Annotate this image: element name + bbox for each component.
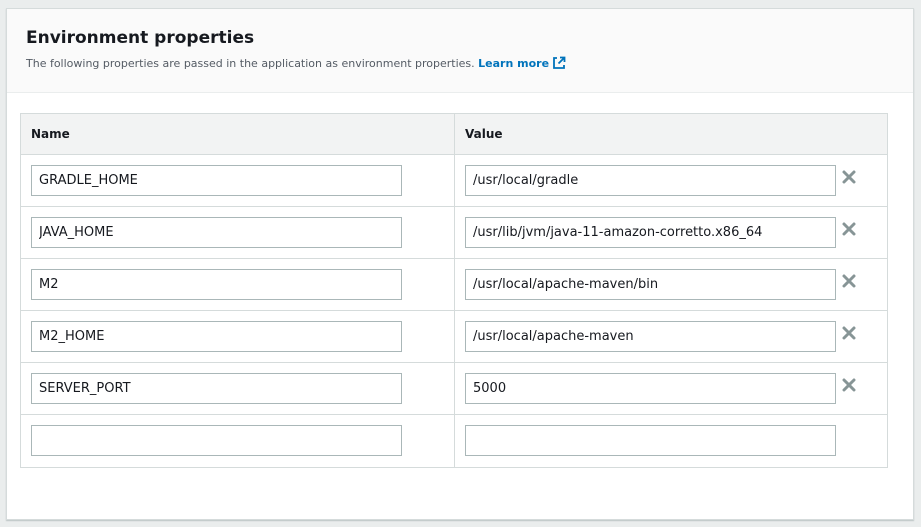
value-cell bbox=[455, 155, 887, 206]
close-icon bbox=[841, 378, 857, 396]
environment-properties-table: Name Value bbox=[20, 113, 888, 468]
property-value-input[interactable] bbox=[465, 321, 836, 352]
property-name-input[interactable] bbox=[31, 321, 402, 352]
section-title: Environment properties bbox=[26, 28, 255, 48]
table-row bbox=[21, 259, 887, 311]
remove-row-button[interactable] bbox=[841, 273, 857, 289]
table-row bbox=[21, 207, 887, 259]
description-text: The following properties are passed in t… bbox=[26, 57, 475, 70]
property-value-input[interactable] bbox=[465, 217, 836, 248]
property-name-input[interactable] bbox=[31, 165, 402, 196]
remove-row-button[interactable] bbox=[841, 325, 857, 341]
property-name-input[interactable] bbox=[31, 217, 402, 248]
name-cell bbox=[21, 155, 455, 206]
close-icon bbox=[841, 170, 857, 188]
remove-row-button[interactable] bbox=[841, 221, 857, 237]
value-cell bbox=[455, 311, 887, 362]
property-value-input[interactable] bbox=[465, 269, 836, 300]
table-header: Name Value bbox=[21, 114, 887, 155]
table-row bbox=[21, 311, 887, 363]
name-cell bbox=[21, 259, 455, 310]
property-name-input[interactable] bbox=[31, 269, 402, 300]
external-link-icon bbox=[552, 56, 566, 74]
name-cell bbox=[21, 415, 455, 467]
new-property-value-input[interactable] bbox=[465, 425, 836, 456]
close-icon bbox=[841, 222, 857, 240]
remove-row-button[interactable] bbox=[841, 169, 857, 185]
name-cell bbox=[21, 311, 455, 362]
value-cell bbox=[455, 207, 887, 258]
name-cell bbox=[21, 207, 455, 258]
property-value-input[interactable] bbox=[465, 373, 836, 404]
name-cell bbox=[21, 363, 455, 414]
panel-header: Environment properties The following pro… bbox=[7, 9, 913, 93]
value-cell bbox=[455, 363, 887, 414]
learn-more-link[interactable]: Learn more bbox=[478, 56, 566, 70]
new-property-name-input[interactable] bbox=[31, 425, 402, 456]
close-icon bbox=[841, 274, 857, 292]
value-cell bbox=[455, 259, 887, 310]
column-header-name: Name bbox=[21, 114, 455, 154]
close-icon bbox=[841, 326, 857, 344]
table-row bbox=[21, 155, 887, 207]
table-row bbox=[21, 363, 887, 415]
learn-more-label: Learn more bbox=[478, 57, 550, 70]
remove-row-button[interactable] bbox=[841, 377, 857, 393]
property-value-input[interactable] bbox=[465, 165, 836, 196]
column-header-value: Value bbox=[465, 127, 503, 141]
property-name-input[interactable] bbox=[31, 373, 402, 404]
section-description: The following properties are passed in t… bbox=[26, 56, 913, 74]
value-cell bbox=[455, 415, 887, 467]
table-row-new bbox=[21, 415, 887, 467]
